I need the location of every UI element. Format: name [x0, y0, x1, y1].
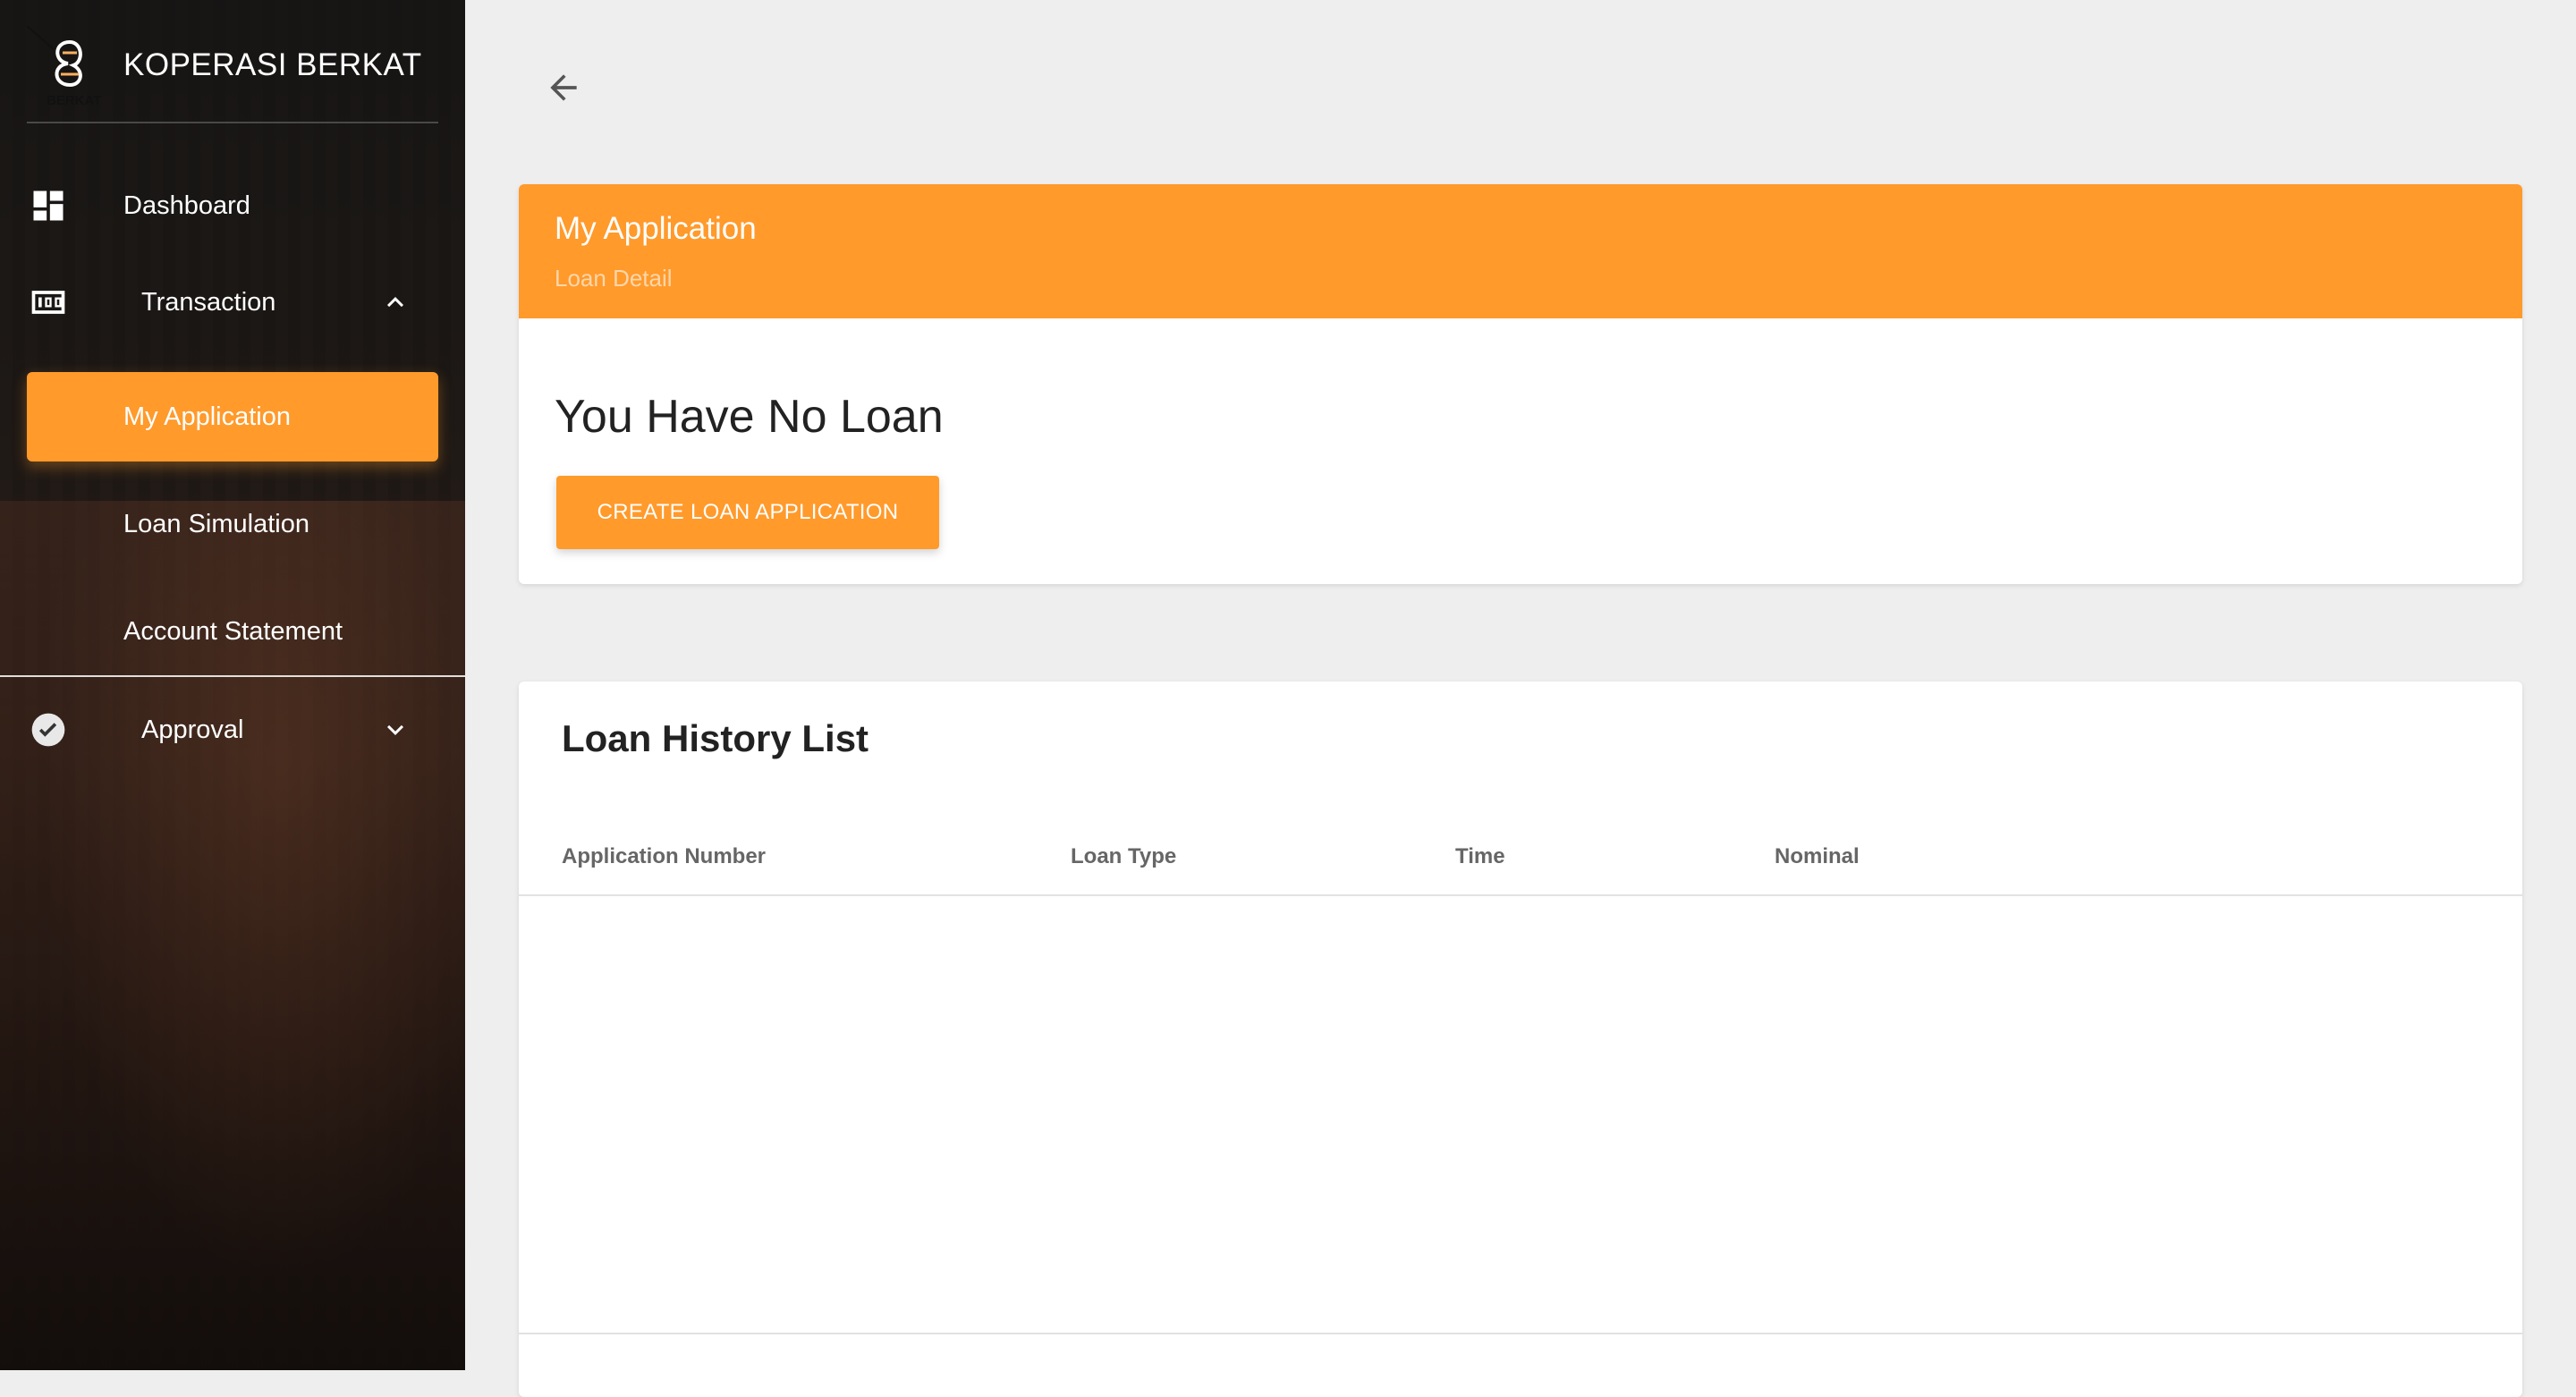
sidebar-item-label: Dashboard: [123, 190, 250, 220]
brand-logo: BERKAT: [26, 25, 107, 108]
back-button[interactable]: [537, 63, 590, 116]
table-footer-divider: [519, 1333, 2522, 1334]
sidebar-item-my-application[interactable]: My Application: [27, 372, 438, 461]
card-title: My Application: [555, 211, 757, 246]
sidebar-item-account-statement[interactable]: Account Statement: [27, 587, 438, 676]
application-card-header: My Application Loan Detail: [519, 184, 2522, 318]
create-loan-application-button[interactable]: CREATE LOAN APPLICATION: [556, 476, 939, 549]
check-circle-icon: [27, 708, 70, 751]
card-subtitle: Loan Detail: [555, 265, 673, 292]
sidebar-divider: [0, 675, 465, 677]
chevron-up-icon[interactable]: [379, 286, 411, 318]
sidebar: BERKAT KOPERASI BERKAT Dashboard Transac…: [0, 0, 465, 1370]
sidebar-item-label: Approval: [141, 715, 244, 744]
sidebar-item-loan-simulation[interactable]: Loan Simulation: [27, 479, 438, 569]
application-card: My Application Loan Detail You Have No L…: [519, 184, 2522, 584]
transaction-icon: [27, 281, 70, 324]
column-header-application-number[interactable]: Application Number: [562, 844, 766, 869]
arrow-left-icon: [544, 68, 583, 112]
sidebar-item-transaction[interactable]: Transaction: [27, 258, 438, 347]
svg-text:BERKAT: BERKAT: [47, 93, 101, 106]
chevron-down-icon[interactable]: [379, 714, 411, 746]
column-header-nominal[interactable]: Nominal: [1775, 844, 1860, 869]
loan-history-title: Loan History List: [562, 717, 869, 759]
sidebar-item-approval[interactable]: Approval: [27, 685, 438, 775]
column-header-time[interactable]: Time: [1455, 844, 1505, 869]
column-header-loan-type[interactable]: Loan Type: [1071, 844, 1176, 869]
sidebar-item-dashboard[interactable]: Dashboard: [27, 161, 438, 250]
table-header: Application Number Loan Type Time Nomina…: [519, 816, 2522, 896]
no-loan-message: You Have No Loan: [555, 391, 944, 443]
dashboard-icon: [27, 184, 70, 227]
brand-header[interactable]: BERKAT KOPERASI BERKAT: [26, 23, 438, 123]
loan-history-card: Loan History List Application Number Loa…: [519, 682, 2522, 1397]
brand-title: KOPERASI BERKAT: [123, 47, 422, 82]
sidebar-item-label: Transaction: [141, 287, 276, 317]
